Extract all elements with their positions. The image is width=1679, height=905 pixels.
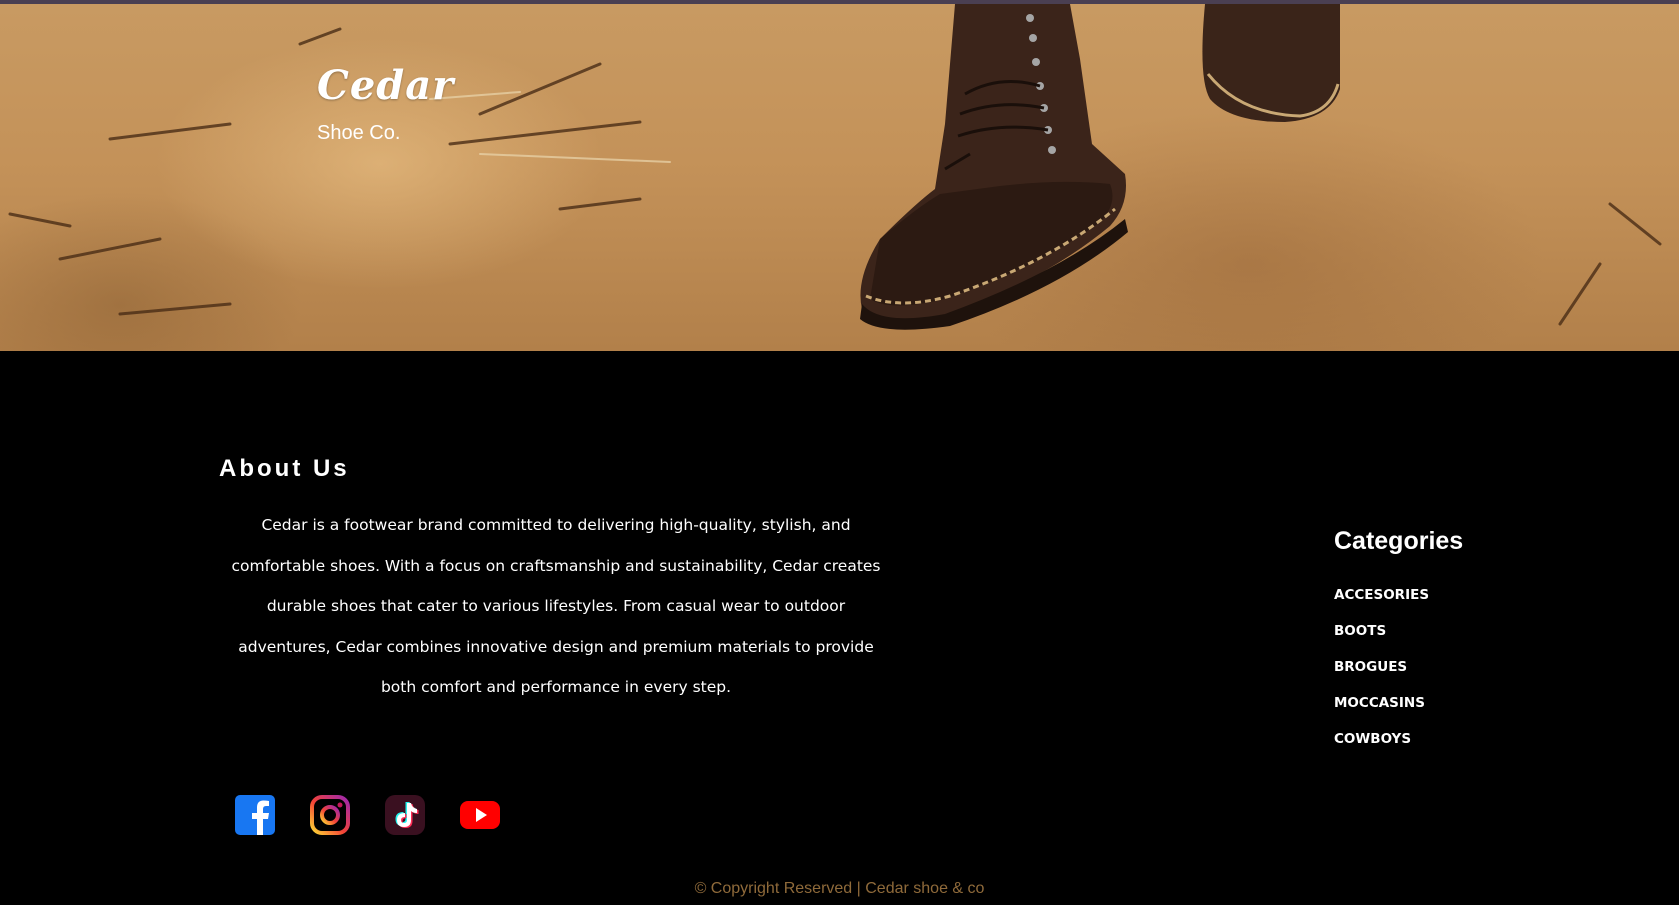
brand-tagline: Shoe Co.: [317, 122, 401, 144]
facebook-icon[interactable]: [234, 794, 276, 836]
instagram-icon[interactable]: [309, 794, 351, 836]
brand-logo[interactable]: Cedar: [317, 62, 454, 109]
category-link-boots[interactable]: BOOTS: [1334, 622, 1429, 658]
copyright-text: © Copyright Reserved | Cedar shoe & co: [694, 880, 985, 897]
category-link-accesories[interactable]: ACCESORIES: [1334, 586, 1429, 622]
about-description: Cedar is a footwear brand committed to d…: [231, 516, 881, 696]
category-link-cowboys[interactable]: COWBOYS: [1334, 730, 1429, 766]
categories-list: ACCESORIES BOOTS BROGUES MOCCASINS COWBO…: [1334, 586, 1429, 766]
categories-title: Categories: [1334, 527, 1464, 555]
youtube-icon[interactable]: [459, 794, 501, 836]
category-link-brogues[interactable]: BROGUES: [1334, 658, 1429, 694]
tiktok-icon[interactable]: [384, 794, 426, 836]
hero-banner: Cedar Shoe Co.: [0, 4, 1679, 351]
about-title: About Us: [219, 455, 350, 482]
category-link-moccasins[interactable]: MOCCASINS: [1334, 694, 1429, 730]
hero-photo: [8, 4, 1662, 330]
